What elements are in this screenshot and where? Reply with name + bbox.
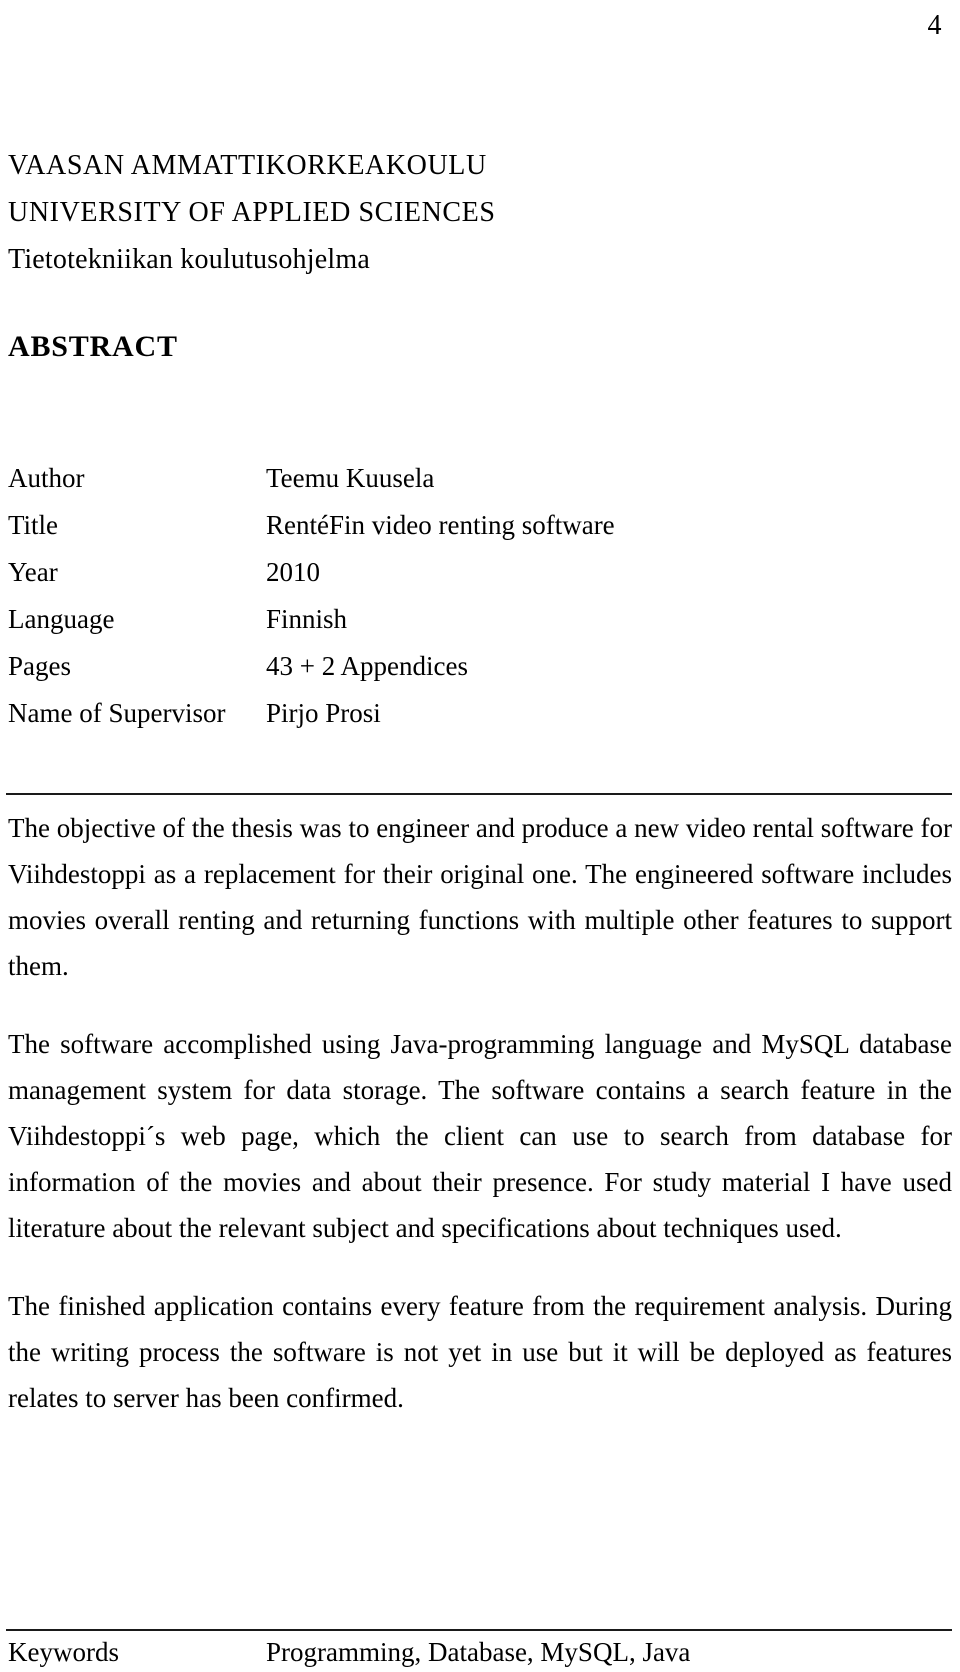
table-row: Pages 43 + 2 Appendices [8,643,948,690]
table-row: Author Teemu Kuusela [8,455,948,502]
table-row: Language Finnish [8,596,948,643]
keywords-label: Keywords [8,1637,119,1667]
divider-bottom [6,1629,952,1631]
meta-label-year: Year [8,557,58,587]
institution-name-fi: VAASAN AMMATTIKORKEAKOULU [8,150,487,181]
divider-top [6,793,952,795]
meta-value-supervisor: Pirjo Prosi [266,698,381,728]
meta-label-pages: Pages [8,651,71,681]
abstract-paragraph-1: The objective of the thesis was to engin… [8,813,952,981]
table-row: Year 2010 [8,549,948,596]
abstract-page: 4 VAASAN AMMATTIKORKEAKOULU UNIVERSITY O… [0,0,960,1667]
meta-label-language: Language [8,604,115,634]
table-row: Title RentéFin video renting software [8,502,948,549]
abstract-paragraph-3: The finished application contains every … [8,1291,952,1413]
page-number: 4 [927,10,942,41]
meta-value-title: RentéFin video renting software [266,510,615,540]
metadata-table: Author Teemu Kuusela Title RentéFin vide… [8,455,948,737]
meta-value-year: 2010 [266,557,320,587]
keywords-section: Keywords Programming, Database, MySQL, J… [8,1632,948,1672]
page-title: ABSTRACT [8,330,178,363]
keywords-value: Programming, Database, MySQL, Java [266,1637,691,1667]
table-row: Name of Supervisor Pirjo Prosi [8,690,948,737]
abstract-body: The objective of the thesis was to engin… [8,805,952,1421]
table-row: Keywords Programming, Database, MySQL, J… [8,1632,948,1672]
meta-value-author: Teemu Kuusela [266,463,435,493]
meta-value-language: Finnish [266,604,348,634]
abstract-paragraph-2: The software accomplished using Java-pro… [8,1029,952,1243]
meta-label-title: Title [8,510,59,540]
meta-label-author: Author [8,463,85,493]
meta-value-pages: 43 + 2 Appendices [266,651,468,681]
meta-label-supervisor: Name of Supervisor [8,698,226,728]
institution-heading: VAASAN AMMATTIKORKEAKOULU UNIVERSITY OF … [8,142,908,283]
institution-name-en: UNIVERSITY OF APPLIED SCIENCES [8,197,496,228]
degree-programme: Tietotekniikan koulutusohjelma [8,244,370,275]
